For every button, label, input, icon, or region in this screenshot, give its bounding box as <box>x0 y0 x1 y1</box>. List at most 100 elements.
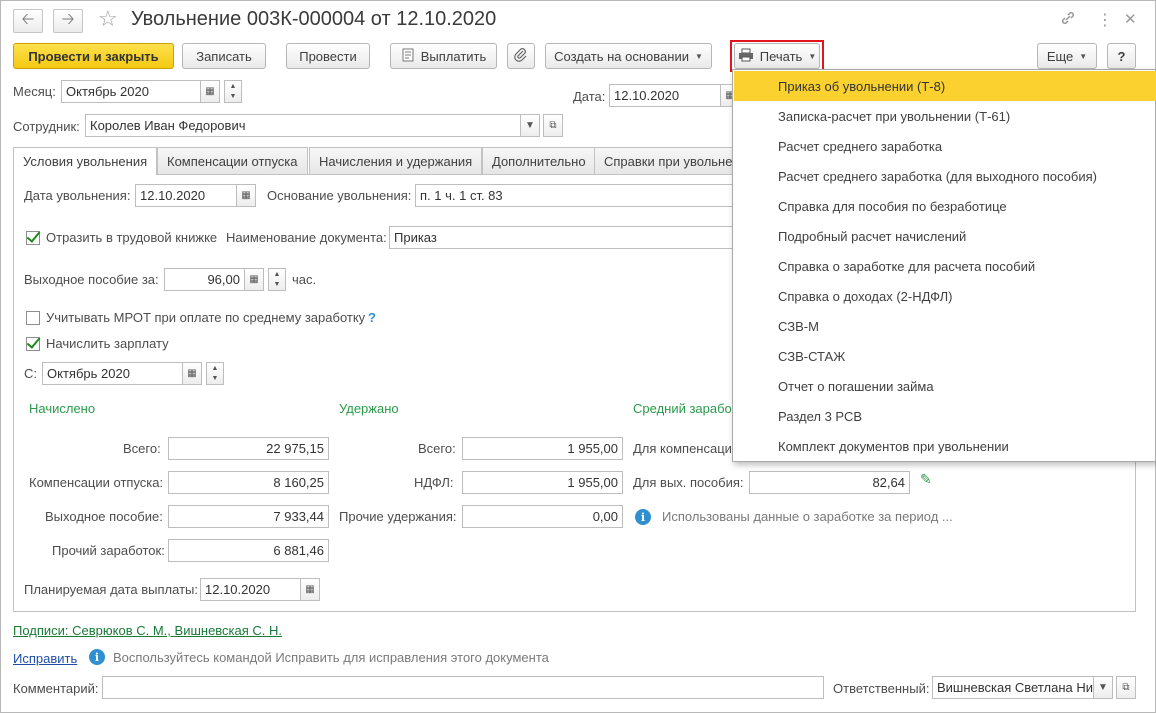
menu-item-label: Раздел 3 РСВ <box>778 408 863 424</box>
severance-spinner[interactable]: ▲ ▼ <box>268 268 286 291</box>
withheld-total-value: 1 955,00 <box>462 437 623 460</box>
from-calendar-button[interactable]: ▦ <box>182 362 202 385</box>
employee-label: Сотрудник: <box>13 119 80 134</box>
menu-item-label: Расчет среднего заработка (для выходного… <box>778 168 1097 184</box>
date-field[interactable]: 12.10.2020 <box>609 84 721 107</box>
dismissal-calendar-button[interactable]: ▦ <box>236 184 256 207</box>
calendar-icon: ▦ <box>305 584 315 595</box>
menu-item-label: Расчет среднего заработка <box>778 138 943 154</box>
accrued-total-value: 22 975,15 <box>168 437 329 460</box>
calculator-button[interactable]: ▦ <box>244 268 264 291</box>
month-spinner[interactable]: ▲ ▼ <box>224 80 242 103</box>
average-info-text[interactable]: Использованы данные о заработке за перио… <box>662 509 953 524</box>
doc-name-field[interactable]: Приказ <box>389 226 735 249</box>
tab-additional[interactable]: Дополнительно <box>482 147 596 174</box>
signatures-link[interactable]: Подписи: Севрюков С. М., Вишневская С. Н… <box>13 623 282 638</box>
create-based-button[interactable]: Создать на основании ▼ <box>545 43 712 69</box>
open-icon: ⧉ <box>549 120 557 131</box>
attach-button[interactable] <box>507 43 535 69</box>
print-label: Печать <box>759 48 803 64</box>
responsible-field[interactable]: Вишневская Светлана Ни <box>932 676 1094 699</box>
employee-open-button[interactable]: ⧉ <box>543 114 563 137</box>
menu-item-2ndfl[interactable]: Справка о доходах (2-НДФЛ) <box>734 281 1156 311</box>
dismissal-date-field[interactable]: 12.10.2020 <box>135 184 237 207</box>
pay-button[interactable]: Выплатить <box>390 43 497 69</box>
menu-item-avg-earnings-severance[interactable]: Расчет среднего заработка (для выходного… <box>734 161 1156 191</box>
menu-item-szv-stazh[interactable]: СЗВ-СТАЖ <box>734 341 1156 371</box>
planned-date-field[interactable]: 12.10.2020 <box>200 578 301 601</box>
fix-link[interactable]: Исправить <box>13 651 77 666</box>
basis-field[interactable]: п. 1 ч. 1 ст. 83 <box>415 184 735 207</box>
menu-item-label: СЗВ-М <box>778 318 819 334</box>
post-button[interactable]: Провести <box>286 43 370 69</box>
more-label: Еще <box>1046 48 1074 64</box>
calculator-icon: ▦ <box>249 274 259 285</box>
menu-item-earnings-cert[interactable]: Справка о заработке для расчета пособий <box>734 251 1156 281</box>
menu-item-rsv-section3[interactable]: Раздел 3 РСВ <box>734 401 1156 431</box>
month-field[interactable]: Октябрь 2020 <box>61 80 201 103</box>
menu-item-unemployment[interactable]: Справка для пособия по безработице <box>734 191 1156 221</box>
calendar-icon: ▦ <box>205 86 215 97</box>
from-spinner[interactable]: ▲ ▼ <box>206 362 224 385</box>
chevron-down-icon: ▼ <box>808 51 817 61</box>
workbook-checkbox[interactable] <box>26 231 40 245</box>
withheld-ndfl-label: НДФЛ: <box>414 475 454 490</box>
pencil-icon[interactable]: ✎ <box>920 471 932 488</box>
menu-item-label: СЗВ-СТАЖ <box>778 348 846 364</box>
chevron-down-icon: ▼ <box>211 375 219 383</box>
accrued-severance-label: Выходное пособие: <box>45 509 163 524</box>
severance-field[interactable]: 96,00 <box>164 268 245 291</box>
tab-certificates[interactable]: Справки при увольне <box>594 147 743 174</box>
responsible-open-button[interactable]: ⧉ <box>1116 676 1136 699</box>
menu-item-label: Справка для пособия по безработице <box>778 198 1007 214</box>
month-label: Месяц: <box>13 84 56 99</box>
chevron-up-icon: ▲ <box>273 270 281 278</box>
withheld-other-value: 0,00 <box>462 505 623 528</box>
tab-accruals-deductions[interactable]: Начисления и удержания <box>309 147 483 174</box>
menu-item-t61[interactable]: Записка-расчет при увольнении (Т-61) <box>734 101 1156 131</box>
link-icon[interactable] <box>1060 10 1076 31</box>
chevron-down-icon: ▼ <box>694 51 703 61</box>
planned-calendar-button[interactable]: ▦ <box>300 578 320 601</box>
severance-unit: час. <box>292 272 317 287</box>
mrot-help-link[interactable]: ? <box>368 310 376 325</box>
menu-item-t8[interactable]: Приказ об увольнении (Т-8) <box>734 71 1156 101</box>
accrued-vacation-label: Компенсации отпуска: <box>29 475 164 490</box>
calendar-button[interactable]: ▦ <box>200 80 220 103</box>
menu-item-label: Комплект документов при увольнении <box>778 438 1009 454</box>
mrot-checkbox[interactable] <box>26 311 40 325</box>
menu-item-dismissal-kit[interactable]: Комплект документов при увольнении <box>734 431 1156 461</box>
doc-name-label: Наименование документа: <box>226 230 387 245</box>
help-button[interactable]: ? <box>1107 43 1136 69</box>
employee-field[interactable]: Королев Иван Федорович <box>85 114 521 137</box>
tab-dismissal-conditions[interactable]: Условия увольнения <box>13 147 158 175</box>
document-icon <box>401 48 415 65</box>
menu-item-avg-earnings[interactable]: Расчет среднего заработка <box>734 131 1156 161</box>
print-button[interactable]: Печать ▼ <box>734 43 820 69</box>
accrued-severance-value: 7 933,44 <box>168 505 329 528</box>
tab-vacation-compensation[interactable]: Компенсации отпуска <box>157 147 308 174</box>
employee-dropdown-button[interactable]: ▼ <box>520 114 540 137</box>
mrot-label: Учитывать МРОТ при оплате по среднему за… <box>46 310 366 325</box>
more-vertical-icon[interactable]: ⋮ <box>1097 10 1113 30</box>
forward-button[interactable]: 🡢 <box>53 9 83 33</box>
close-icon[interactable]: ✕ <box>1124 10 1137 28</box>
from-field[interactable]: Октябрь 2020 <box>42 362 183 385</box>
responsible-dropdown-button[interactable]: ▼ <box>1093 676 1113 699</box>
menu-item-szv-m[interactable]: СЗВ-М <box>734 311 1156 341</box>
comment-field[interactable] <box>102 676 824 699</box>
more-button[interactable]: Еще ▼ <box>1037 43 1097 69</box>
open-icon: ⧉ <box>1122 682 1130 693</box>
star-icon[interactable]: ☆ <box>98 6 118 32</box>
menu-item-detailed-calc[interactable]: Подробный расчет начислений <box>734 221 1156 251</box>
calc-salary-checkbox[interactable] <box>26 337 40 351</box>
average-sev-label: Для вых. пособия: <box>633 475 744 490</box>
menu-item-loan-report[interactable]: Отчет о погашении займа <box>734 371 1156 401</box>
pay-label: Выплатить <box>420 48 487 64</box>
save-button[interactable]: Записать <box>182 43 266 69</box>
withheld-section-title: Удержано <box>339 401 399 416</box>
post-close-label: Провести и закрыть <box>28 48 159 64</box>
post-close-button[interactable]: Провести и закрыть <box>13 43 174 69</box>
back-button[interactable]: 🡠 <box>13 9 43 33</box>
responsible-label: Ответственный: <box>833 681 930 696</box>
